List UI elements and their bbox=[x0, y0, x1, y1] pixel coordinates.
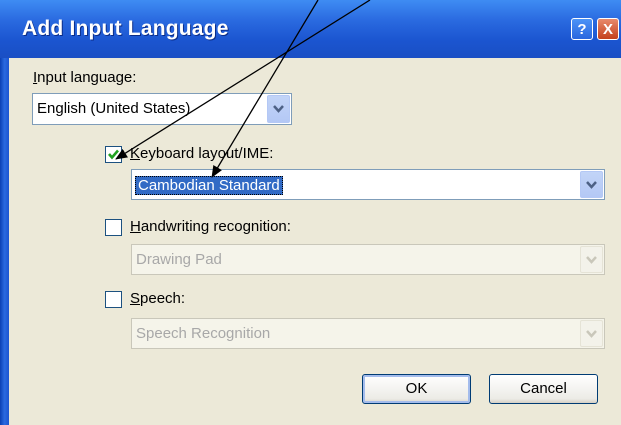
handwriting-label: Handwriting recognition: bbox=[130, 218, 291, 235]
chevron-down-icon bbox=[580, 320, 603, 347]
dialog-title: Add Input Language bbox=[22, 17, 229, 40]
close-button[interactable]: X bbox=[597, 18, 619, 40]
input-language-label: Input language: bbox=[33, 69, 137, 86]
cancel-button[interactable]: Cancel bbox=[489, 374, 598, 404]
help-button[interactable]: ? bbox=[571, 18, 593, 40]
keyboard-layout-label: Keyboard layout/IME: bbox=[130, 145, 274, 162]
handwriting-value: Drawing Pad bbox=[136, 251, 222, 268]
handwriting-combo: Drawing Pad bbox=[131, 244, 605, 275]
keyboard-layout-combo[interactable]: Cambodian Standard bbox=[131, 169, 605, 200]
chevron-down-icon[interactable] bbox=[580, 171, 603, 198]
handwriting-checkbox[interactable] bbox=[105, 219, 122, 236]
add-input-language-dialog: Add Input Language ? X Input language: E… bbox=[0, 0, 621, 425]
checkmark-icon bbox=[108, 149, 119, 160]
keyboard-layout-checkbox[interactable] bbox=[105, 146, 122, 163]
dialog-body: Input language: English (United States) … bbox=[9, 58, 621, 425]
close-icon: X bbox=[602, 21, 613, 38]
ok-button[interactable]: OK bbox=[362, 374, 471, 404]
chevron-down-icon bbox=[580, 246, 603, 273]
speech-value: Speech Recognition bbox=[136, 325, 271, 342]
help-icon: ? bbox=[577, 21, 587, 38]
title-bar: Add Input Language ? X bbox=[0, 0, 621, 58]
input-language-value: English (United States) bbox=[37, 100, 191, 117]
keyboard-layout-value: Cambodian Standard bbox=[135, 176, 283, 195]
input-language-combo[interactable]: English (United States) bbox=[32, 93, 292, 125]
speech-combo: Speech Recognition bbox=[131, 318, 605, 349]
speech-label: Speech: bbox=[130, 290, 186, 307]
speech-checkbox[interactable] bbox=[105, 291, 122, 308]
chevron-down-icon[interactable] bbox=[267, 95, 290, 123]
window-frame bbox=[0, 58, 9, 425]
